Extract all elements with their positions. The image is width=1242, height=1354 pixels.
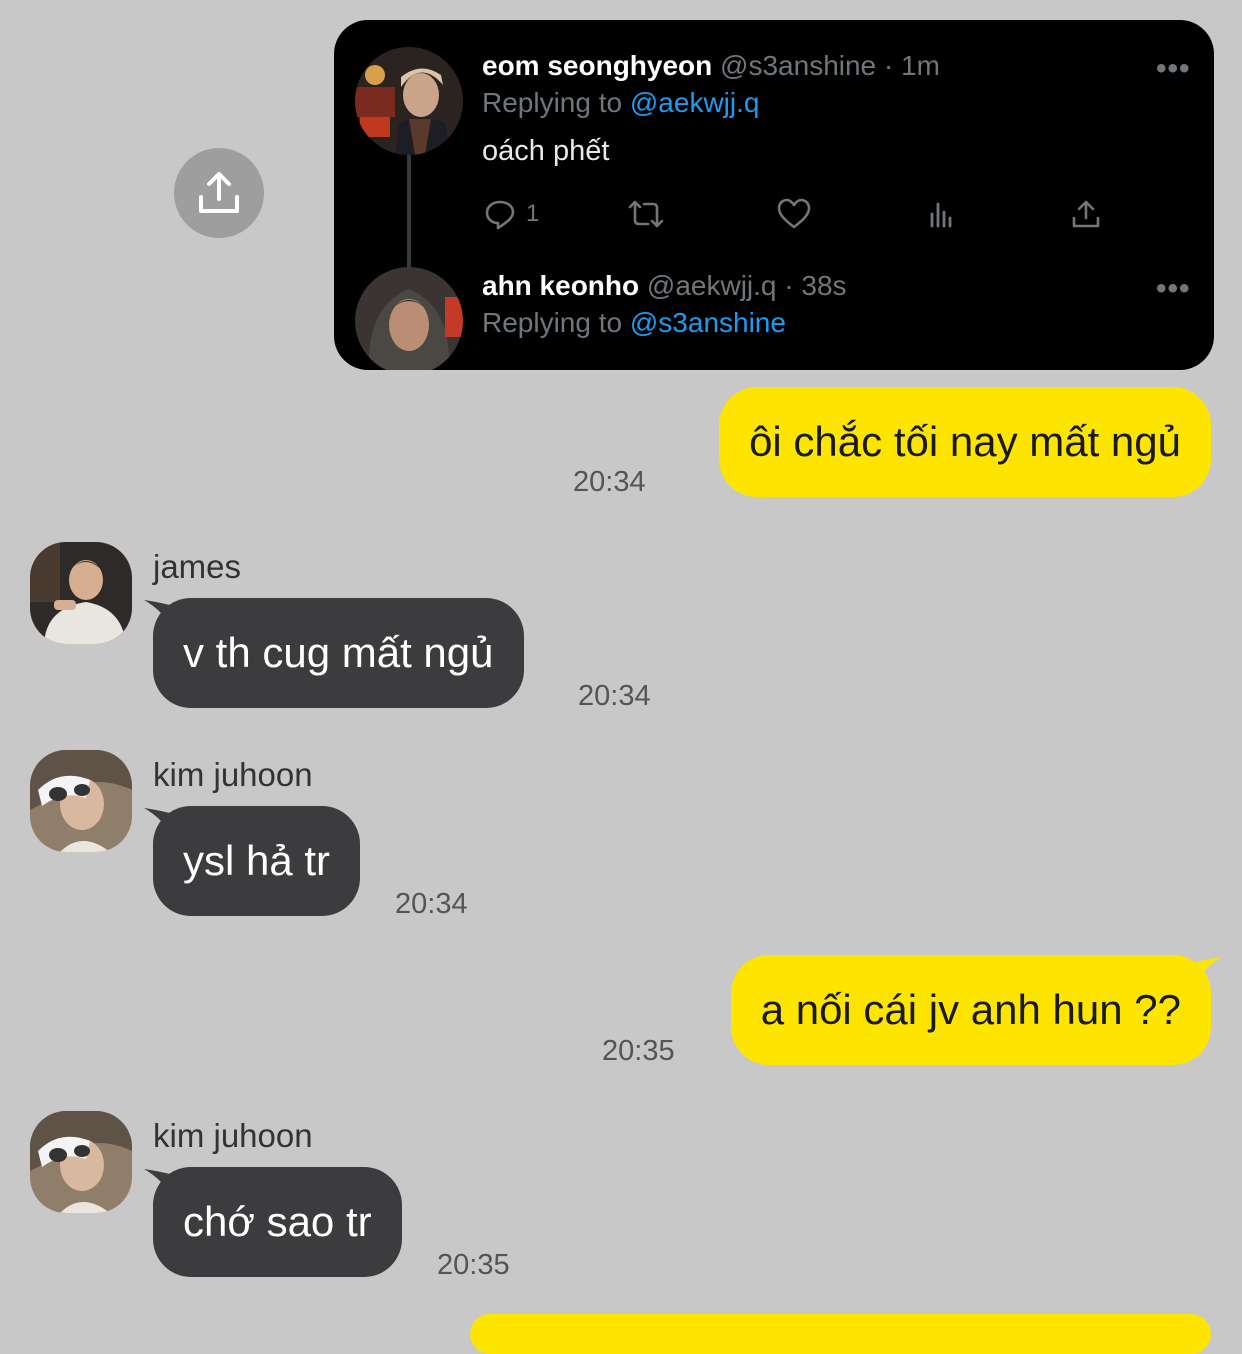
tweet-1-author[interactable]: eom seonghyeon	[482, 50, 712, 81]
tweet-1-text: oách phết	[482, 135, 610, 167]
views-action[interactable]	[926, 198, 958, 230]
replying-prefix: Replying to	[482, 307, 623, 338]
message-bubble-theirs[interactable]: ysl hả tr	[153, 806, 361, 916]
reply-action[interactable]: 1	[484, 198, 539, 230]
share-icon	[199, 172, 239, 213]
share-icon	[1072, 200, 1100, 228]
tweet-1-handle-time: @s3anshine · 1m	[720, 50, 940, 81]
retweet-action[interactable]	[626, 198, 666, 230]
message-text: ôi chắc tối nay mất ngủ	[749, 418, 1181, 465]
retweet-icon	[628, 200, 664, 228]
avatar-james[interactable]	[30, 542, 132, 644]
message-bubble-mine[interactable]: a nối cái jv anh hun ??	[730, 955, 1211, 1065]
avatar-keonho[interactable]	[355, 267, 463, 370]
message-bubble-theirs[interactable]: chớ sao tr	[153, 1167, 402, 1277]
heart-icon	[777, 198, 811, 229]
analytics-icon	[930, 202, 952, 228]
like-action[interactable]	[776, 198, 812, 230]
message-time: 20:35	[437, 1249, 510, 1281]
tweet-2-header: ahn keonho @aekwjj.q · 38s	[482, 270, 847, 302]
tweet-share-action[interactable]	[1070, 198, 1102, 230]
avatar-kim-juhoon[interactable]	[30, 750, 132, 852]
replying-handle-link[interactable]: @aekwjj.q	[630, 87, 760, 118]
replying-prefix: Replying to	[482, 87, 623, 118]
tweet-2-handle-time: @aekwjj.q · 38s	[646, 270, 847, 301]
tweet-2-more-icon[interactable]: •••	[1156, 272, 1191, 306]
thread-line	[407, 155, 411, 270]
avatar-seonghyeon[interactable]	[355, 47, 463, 155]
message-time: 20:34	[573, 466, 646, 498]
tweet-2-author[interactable]: ahn keonho	[482, 270, 639, 301]
reply-icon	[485, 200, 515, 230]
message-time: 20:34	[578, 680, 651, 712]
message-time: 20:35	[602, 1035, 675, 1067]
message-text: ysl hả tr	[183, 837, 331, 884]
avatar-kim-juhoon[interactable]	[30, 1111, 132, 1213]
message-bubble-mine[interactable]: ôi chắc tối nay mất ngủ	[719, 387, 1211, 497]
share-button[interactable]	[174, 148, 264, 238]
sender-name: kim juhoon	[153, 756, 313, 793]
tweet-card[interactable]: eom seonghyeon @s3anshine · 1m ••• Reply…	[334, 20, 1214, 370]
tweet-2-replying: Replying to @s3anshine	[482, 307, 786, 339]
tweet-1-replying: Replying to @aekwjj.q	[482, 87, 759, 119]
message-text: chớ sao tr	[183, 1198, 372, 1245]
message-text: v th cug mất ngủ	[183, 629, 494, 676]
sender-name: james	[153, 548, 242, 585]
message-bubble-theirs[interactable]: v th cug mất ngủ	[153, 598, 524, 708]
message-bubble-mine-partial[interactable]	[470, 1314, 1211, 1354]
reply-count: 1	[526, 200, 540, 227]
tweet-1-more-icon[interactable]: •••	[1156, 52, 1191, 86]
tweet-1-header: eom seonghyeon @s3anshine · 1m	[482, 50, 940, 82]
message-time: 20:34	[395, 888, 468, 920]
replying-handle-link[interactable]: @s3anshine	[630, 307, 786, 338]
message-text: a nối cái jv anh hun ??	[760, 986, 1181, 1033]
sender-name: kim juhoon	[153, 1117, 313, 1154]
